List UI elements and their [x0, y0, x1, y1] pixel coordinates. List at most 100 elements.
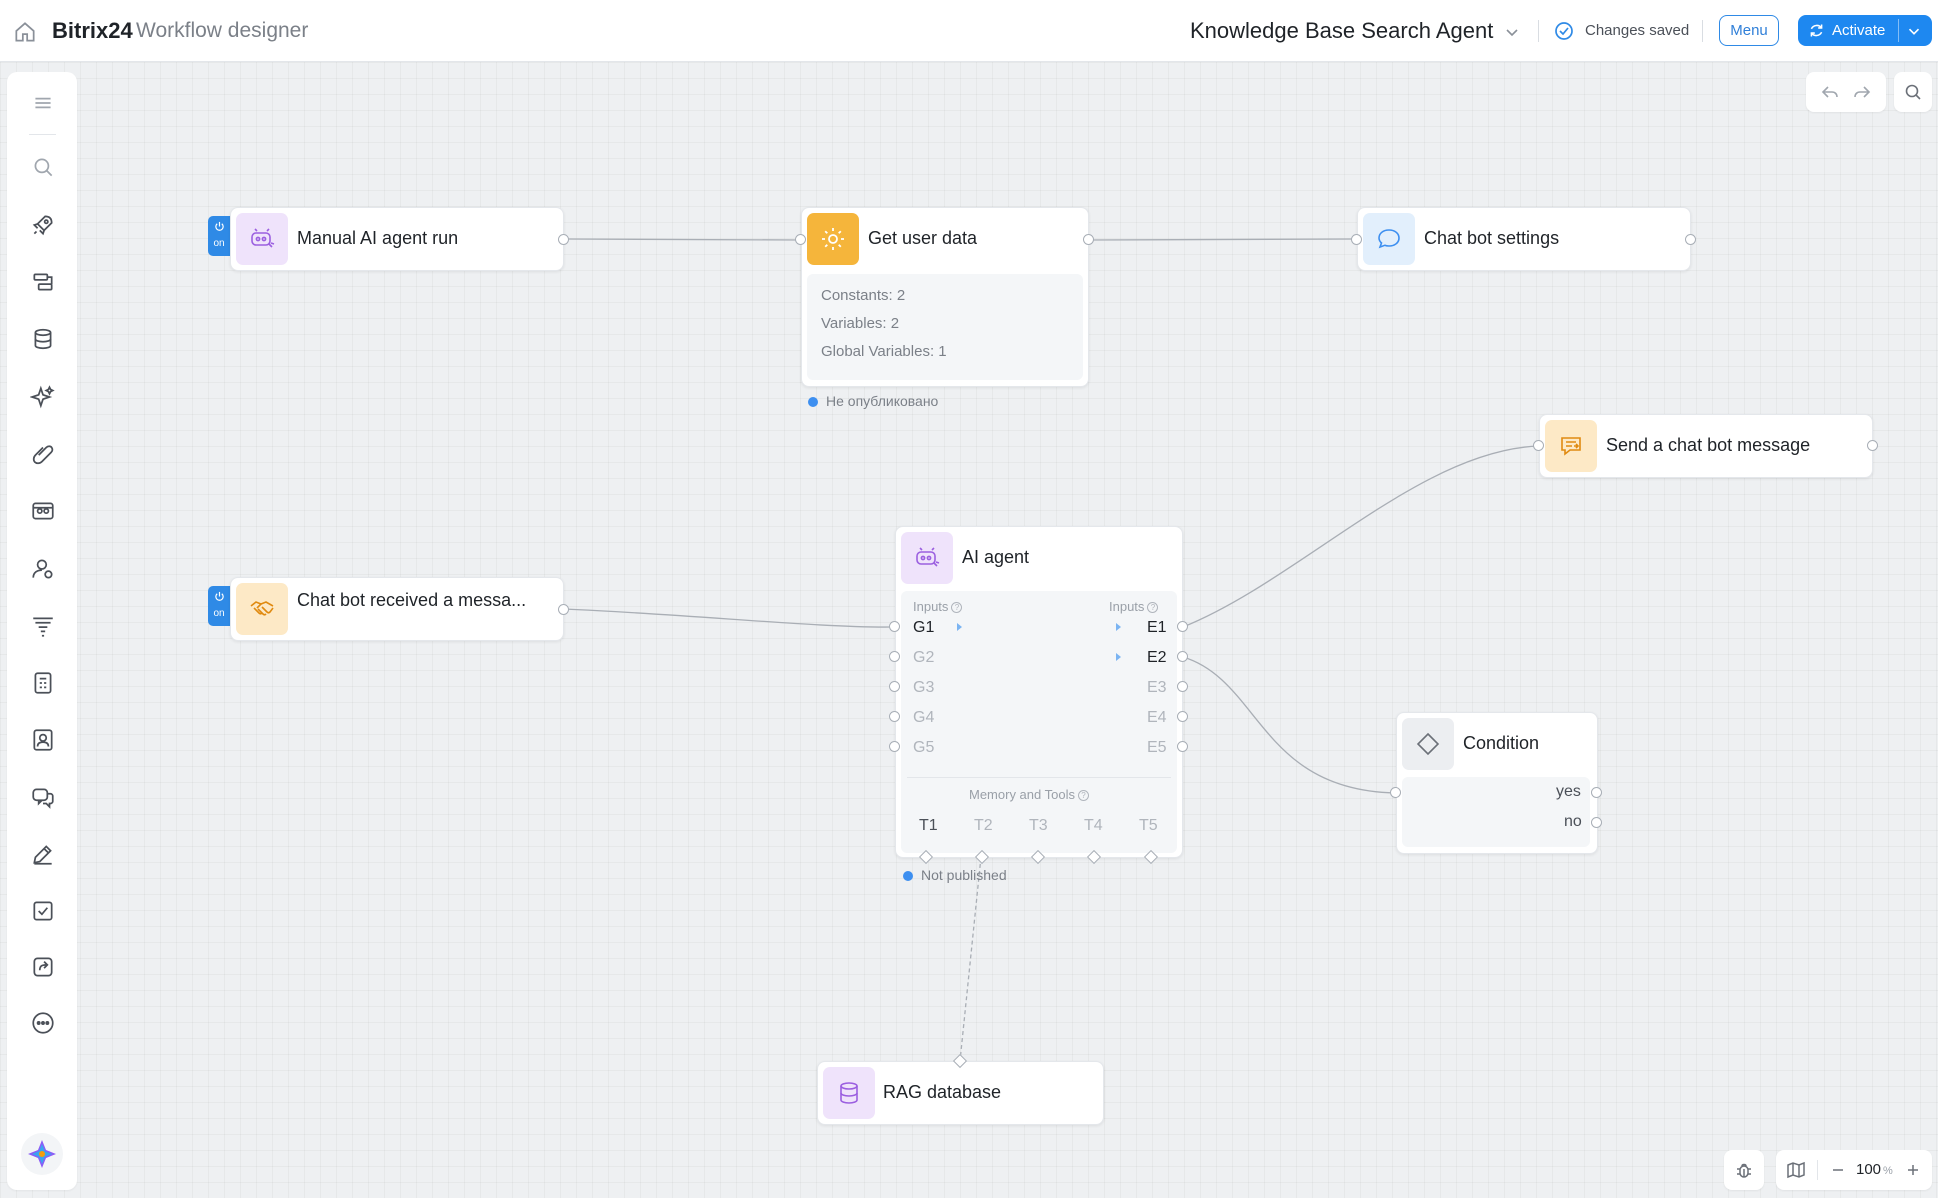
check-circle-icon	[1555, 22, 1573, 40]
undo-icon[interactable]	[1820, 82, 1840, 102]
port-e1[interactable]	[1177, 621, 1188, 632]
bug-icon[interactable]	[1734, 1160, 1754, 1180]
constants-count: Constants: 2	[821, 287, 906, 304]
status-dot	[903, 871, 913, 881]
redo-icon[interactable]	[1852, 82, 1872, 102]
activate-button[interactable]: Activate	[1798, 15, 1932, 46]
share-icon[interactable]	[30, 954, 56, 980]
checkbox-icon[interactable]	[30, 898, 56, 924]
tool-slot-t3[interactable]: T3	[1029, 817, 1048, 835]
menu-button[interactable]: Menu	[1719, 15, 1779, 46]
zoom-in-icon[interactable]	[1903, 1160, 1923, 1180]
port-e4[interactable]	[1177, 711, 1188, 722]
output-port[interactable]	[1867, 440, 1878, 451]
copilot-icon[interactable]	[20, 1132, 64, 1176]
port-g3[interactable]	[889, 681, 900, 692]
pen-icon[interactable]	[30, 841, 56, 867]
tool-slot-t1[interactable]: T1	[919, 817, 938, 835]
input-port-g3[interactable]: G3	[913, 679, 934, 697]
branch-no[interactable]: no	[1564, 813, 1582, 831]
input-port[interactable]	[1533, 440, 1544, 451]
port-e2[interactable]	[1177, 651, 1188, 662]
search-icon[interactable]	[1903, 82, 1923, 102]
output-port-e4[interactable]: E4	[1147, 709, 1167, 727]
chat-icon[interactable]	[30, 784, 56, 810]
contact-card-icon[interactable]	[30, 727, 56, 753]
calculator-icon[interactable]	[30, 670, 56, 696]
node-icon-bg	[807, 213, 859, 265]
node-condition[interactable]: Condition yes no	[1396, 712, 1598, 854]
trigger-on-badge[interactable]: on	[208, 586, 230, 626]
node-ai-agent[interactable]: AI agent Inputs? Inputs? G1 G2 G3 G4 G5 …	[895, 526, 1183, 858]
output-port[interactable]	[1685, 234, 1696, 245]
port-g1[interactable]	[889, 621, 900, 632]
info-icon[interactable]: ?	[1077, 790, 1089, 801]
menu-icon[interactable]	[30, 90, 56, 116]
input-port-g2[interactable]: G2	[913, 649, 934, 667]
home-icon[interactable]	[12, 19, 38, 45]
tool-slot-t4[interactable]: T4	[1084, 817, 1103, 835]
search-icon[interactable]	[30, 154, 56, 180]
input-port-g1[interactable]: G1	[913, 619, 934, 637]
node-send-chat-bot-message[interactable]: Send a chat bot message	[1539, 414, 1873, 478]
zoom-out-icon[interactable]	[1828, 1160, 1848, 1180]
tool-slot-t5[interactable]: T5	[1139, 817, 1158, 835]
user-settings-icon[interactable]	[30, 556, 56, 582]
header-divider	[1538, 20, 1539, 42]
diamond-icon	[1416, 732, 1440, 756]
robot-grid-icon[interactable]	[30, 498, 56, 524]
input-port[interactable]	[795, 234, 806, 245]
filter-icon[interactable]	[30, 613, 56, 639]
port-yes[interactable]	[1591, 787, 1602, 798]
input-port-g4[interactable]: G4	[913, 709, 934, 727]
port-e3[interactable]	[1177, 681, 1188, 692]
more-icon[interactable]	[30, 1010, 56, 1036]
on-label: on	[213, 238, 225, 249]
output-port[interactable]	[1083, 234, 1094, 245]
output-port-e3[interactable]: E3	[1147, 679, 1167, 697]
node-icon-bg	[1545, 420, 1597, 472]
input-port[interactable]	[1351, 234, 1362, 245]
branch-yes[interactable]: yes	[1556, 783, 1581, 801]
node-rag-database[interactable]: RAG database	[817, 1061, 1104, 1125]
workflow-title[interactable]: Knowledge Base Search Agent	[1190, 18, 1493, 44]
chevron-down-icon[interactable]	[1905, 22, 1923, 40]
input-port-g5[interactable]: G5	[913, 739, 934, 757]
condition-body: Condition yes no	[1397, 713, 1597, 853]
variables-count: Variables: 2	[821, 315, 900, 332]
node-chat-bot-settings[interactable]: Chat bot settings	[1357, 207, 1691, 271]
node-icon-bg	[901, 532, 953, 584]
info-icon[interactable]: ?	[1147, 602, 1159, 613]
port-g4[interactable]	[889, 711, 900, 722]
node-manual-ai-agent-run[interactable]: Manual AI agent run	[230, 207, 564, 271]
node-title: Manual AI agent run	[297, 228, 459, 248]
input-port[interactable]	[1390, 787, 1401, 798]
agent-ports-panel: Inputs? Inputs? G1 G2 G3 G4 G5 E1 E2 E3 …	[901, 591, 1177, 853]
output-port-e5[interactable]: E5	[1147, 739, 1167, 757]
node-icon-bg	[823, 1067, 875, 1119]
tool-slot-t2[interactable]: T2	[974, 817, 993, 835]
chevron-down-icon[interactable]	[1502, 22, 1522, 42]
info-icon[interactable]: ?	[951, 602, 963, 613]
power-icon	[215, 591, 224, 601]
database-icon[interactable]	[30, 326, 56, 352]
output-port-e2[interactable]: E2	[1147, 649, 1167, 667]
node-get-user-data[interactable]: Get user data Constants: 2 Variables: 2 …	[801, 207, 1089, 387]
sparkles-icon[interactable]	[30, 384, 56, 410]
output-port[interactable]	[558, 604, 569, 615]
node-chat-bot-received-message[interactable]: Chat bot received a messa...	[230, 577, 564, 641]
output-port[interactable]	[558, 234, 569, 245]
trigger-on-badge[interactable]: on	[208, 216, 230, 256]
rocket-icon[interactable]	[30, 212, 56, 238]
port-no[interactable]	[1591, 817, 1602, 828]
blocks-icon[interactable]	[30, 269, 56, 295]
port-e5[interactable]	[1177, 741, 1188, 752]
output-port-e1[interactable]: E1	[1147, 619, 1167, 637]
memory-tools-text: Memory and Tools	[969, 787, 1075, 802]
brand-logo-text[interactable]: Bitrix24	[52, 18, 133, 44]
speech-bubble-icon	[1378, 229, 1400, 249]
map-icon[interactable]	[1786, 1160, 1806, 1180]
port-g5[interactable]	[889, 741, 900, 752]
paperclip-icon[interactable]	[30, 441, 56, 467]
port-g2[interactable]	[889, 651, 900, 662]
